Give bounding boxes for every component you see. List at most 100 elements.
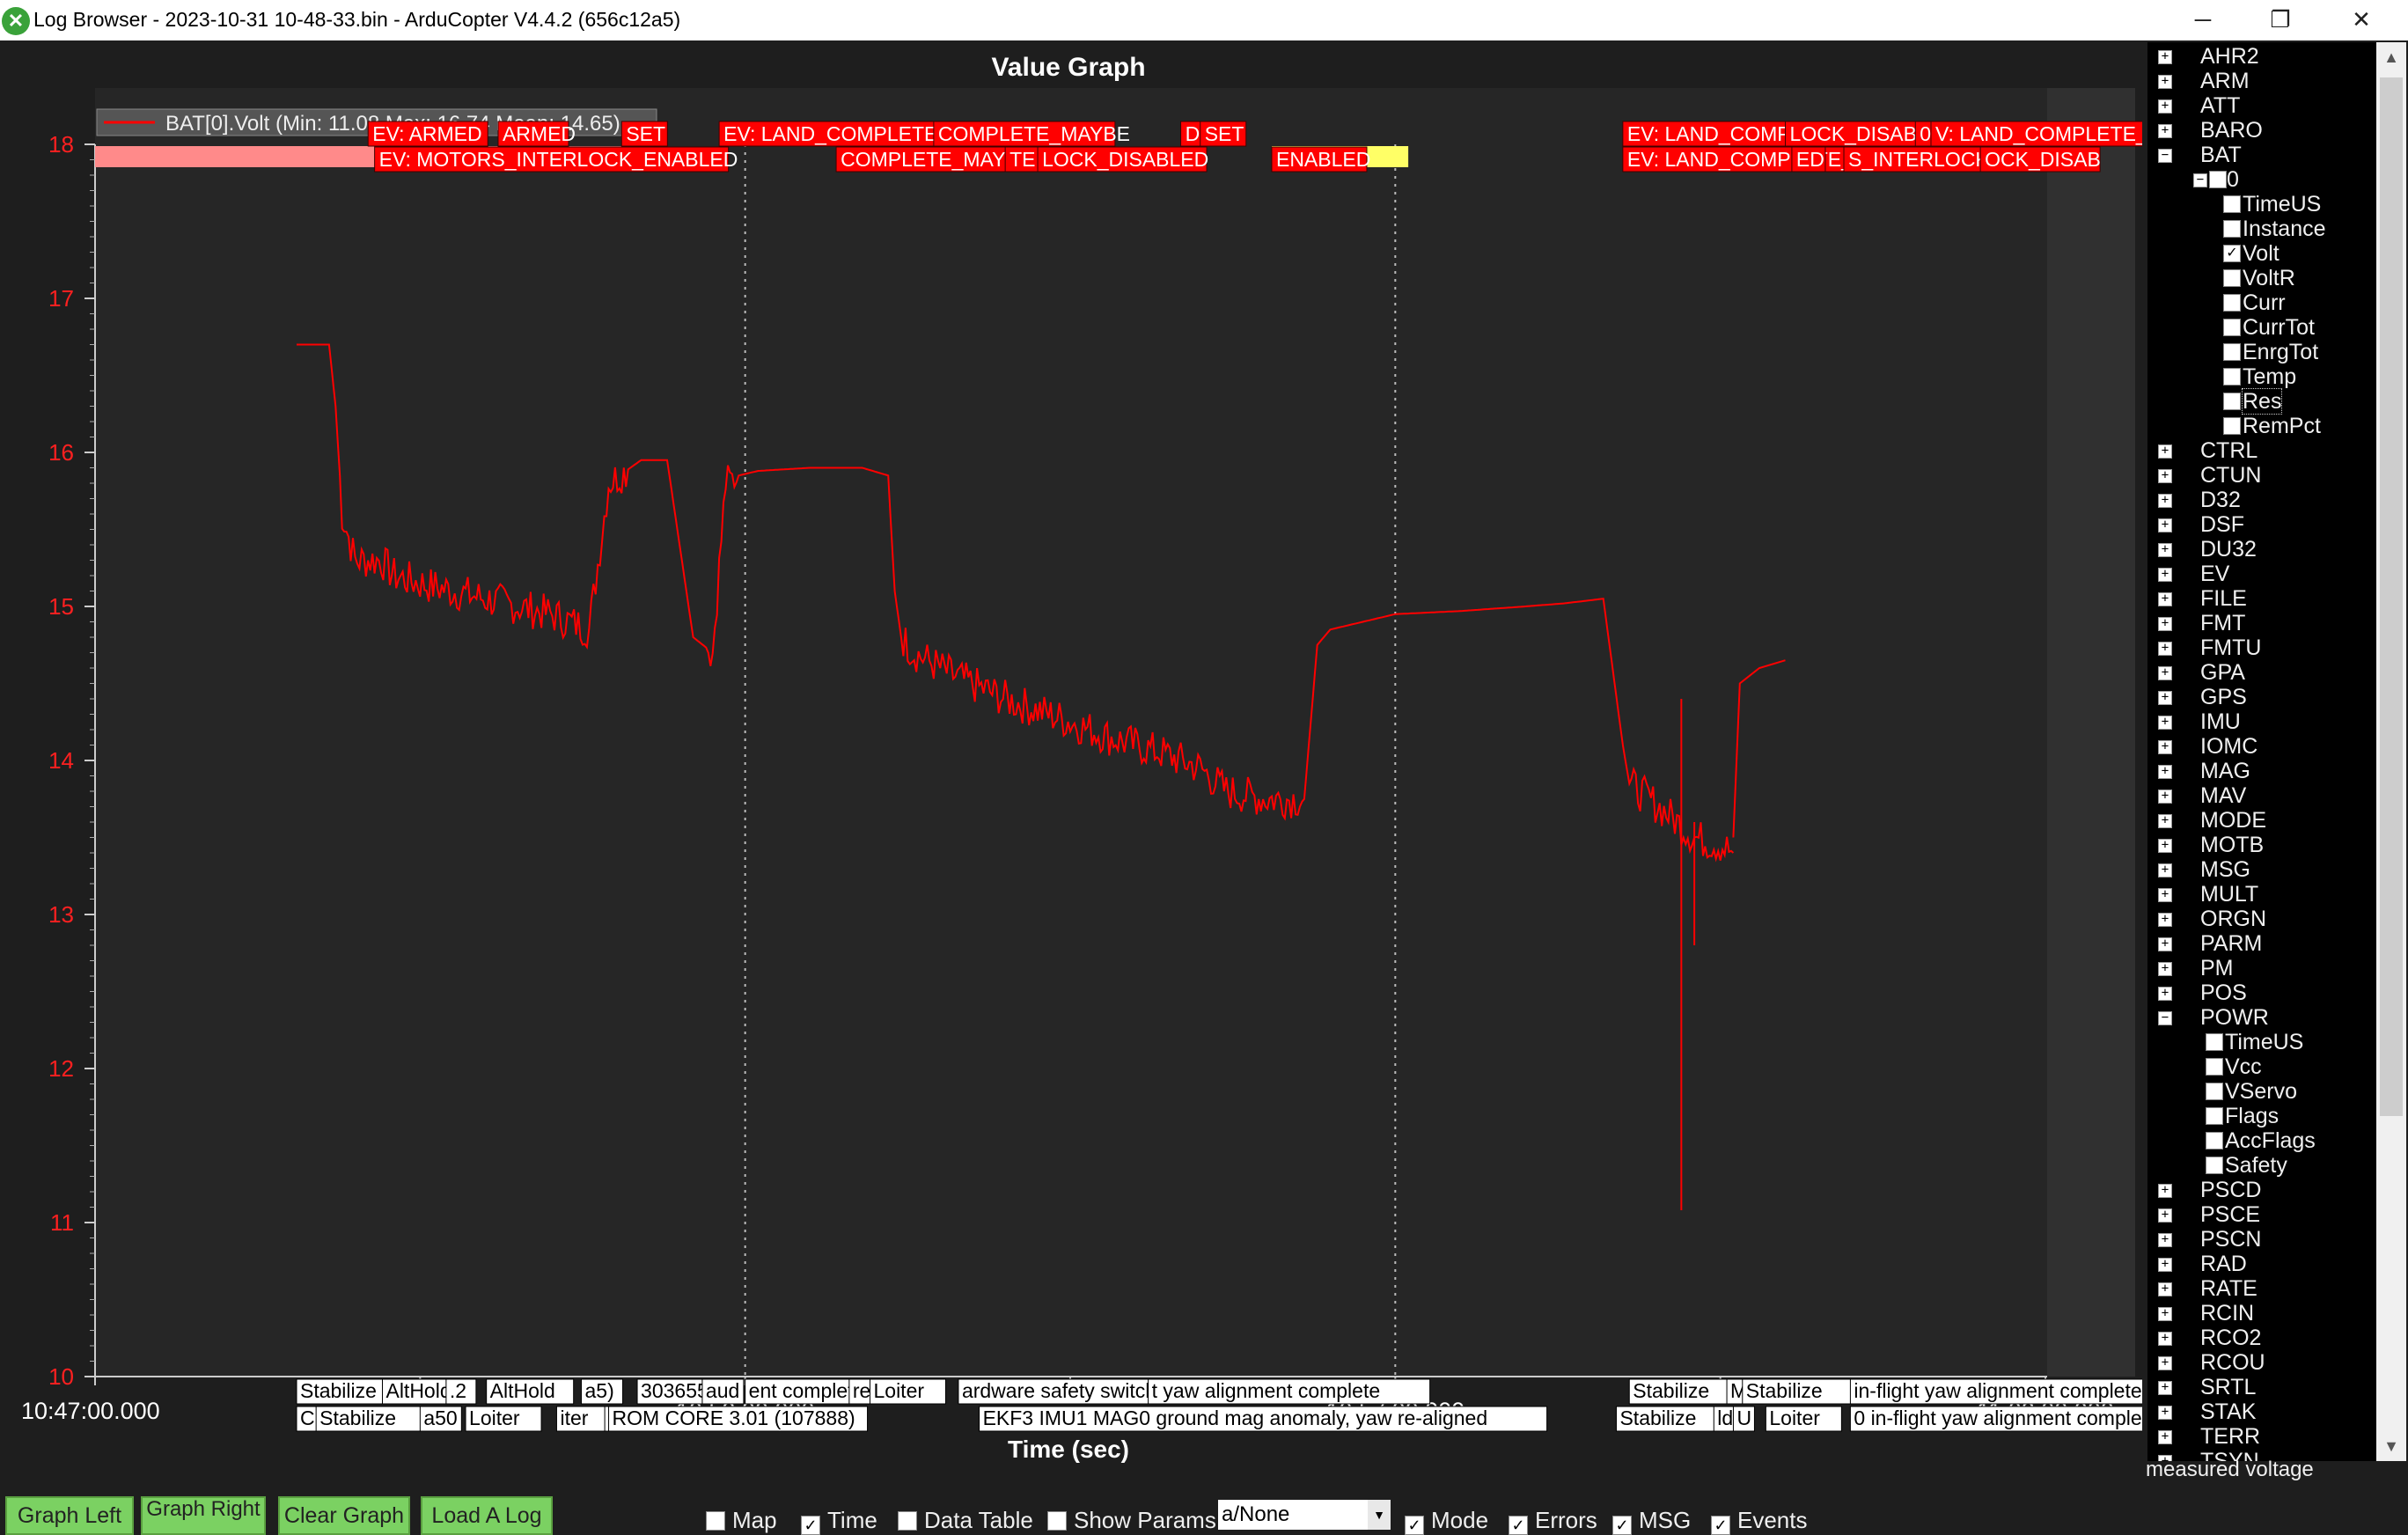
tree-item-volt[interactable]: ✓ Volt — [2147, 241, 2376, 266]
tree-item-dsf[interactable]: + DSF — [2147, 512, 2376, 537]
expand-icon[interactable]: + — [2158, 863, 2172, 878]
clear-graph-button[interactable]: Clear Graph — [278, 1496, 410, 1535]
tree-checkbox[interactable] — [2206, 1157, 2223, 1174]
expand-icon[interactable]: + — [2158, 1208, 2172, 1223]
tree-item-pscd[interactable]: + PSCD — [2147, 1178, 2376, 1202]
tree-item-srtl[interactable]: + SRTL — [2147, 1375, 2376, 1399]
expand-icon[interactable]: + — [2158, 75, 2172, 89]
load-log-button[interactable]: Load A Log — [421, 1496, 553, 1535]
expand-icon[interactable]: + — [2158, 1356, 2172, 1370]
expand-icon[interactable]: + — [2158, 592, 2172, 606]
data-table-checkbox[interactable]: Data Table — [898, 1507, 1033, 1534]
errors-check-box[interactable]: ✓ — [1509, 1516, 1528, 1535]
tree-item-msg[interactable]: + MSG — [2147, 857, 2376, 882]
tree-checkbox[interactable] — [2223, 343, 2241, 361]
tree-item-curr[interactable]: Curr — [2147, 290, 2376, 315]
tree-item-arm[interactable]: + ARM — [2147, 69, 2376, 93]
msg-checkbox[interactable]: ✓ MSG — [1612, 1507, 1691, 1535]
expand-icon[interactable]: + — [2158, 1258, 2172, 1272]
expand-icon[interactable]: + — [2158, 1184, 2172, 1198]
time-check-box[interactable]: ✓ — [801, 1516, 820, 1535]
tree-checkbox[interactable] — [2223, 417, 2241, 435]
tree-item-safety[interactable]: Safety — [2147, 1153, 2376, 1178]
mode-combo[interactable]: a/None ▼ — [1218, 1500, 1391, 1530]
tree-checkbox[interactable]: ✓ — [2223, 245, 2241, 262]
chevron-down-icon[interactable]: ▼ — [1368, 1500, 1391, 1530]
tree-item-iomc[interactable]: + IOMC — [2147, 734, 2376, 759]
tree-item-d32[interactable]: + D32 — [2147, 488, 2376, 512]
tree-item-motb[interactable]: + MOTB — [2147, 833, 2376, 857]
tree-scrollbar[interactable]: ▲ ▼ — [2376, 42, 2406, 1461]
expand-icon[interactable]: + — [2158, 99, 2172, 114]
mode-checkbox[interactable]: ✓ Mode — [1405, 1507, 1488, 1535]
expand-icon[interactable]: + — [2158, 518, 2172, 532]
tree-item-mav[interactable]: + MAV — [2147, 783, 2376, 808]
tree-item-accflags[interactable]: AccFlags — [2147, 1128, 2376, 1153]
tree-item-rempct[interactable]: RemPct — [2147, 414, 2376, 438]
scroll-down-icon[interactable]: ▼ — [2376, 1431, 2406, 1461]
tree-item-orgn[interactable]: + ORGN — [2147, 907, 2376, 931]
tree-item-ev[interactable]: + EV — [2147, 562, 2376, 586]
tree-item-flags[interactable]: Flags — [2147, 1104, 2376, 1128]
errors-checkbox[interactable]: ✓ Errors — [1509, 1507, 1597, 1535]
scroll-thumb[interactable] — [2380, 77, 2403, 1116]
tree-item-vservo[interactable]: VServo — [2147, 1079, 2376, 1104]
tree-item-pos[interactable]: + POS — [2147, 980, 2376, 1005]
expand-icon[interactable]: + — [2158, 814, 2172, 828]
tree-item-baro[interactable]: + BARO — [2147, 118, 2376, 143]
show-params-check-box[interactable] — [1047, 1511, 1067, 1531]
tree-item-mult[interactable]: + MULT — [2147, 882, 2376, 907]
collapse-icon[interactable]: − — [2158, 149, 2172, 163]
tree-checkbox[interactable] — [2206, 1132, 2223, 1149]
expand-icon[interactable]: + — [2158, 568, 2172, 582]
tree-item-mode[interactable]: + MODE — [2147, 808, 2376, 833]
expand-icon[interactable]: + — [2158, 50, 2172, 64]
expand-icon[interactable]: + — [2158, 790, 2172, 804]
tree-item-pm[interactable]: + PM — [2147, 956, 2376, 980]
expand-icon[interactable]: + — [2158, 666, 2172, 680]
expand-icon[interactable]: + — [2158, 1430, 2172, 1444]
tree-item-timeus[interactable]: TimeUS — [2147, 1030, 2376, 1054]
expand-icon[interactable]: + — [2158, 543, 2172, 557]
tree-checkbox[interactable] — [2223, 195, 2241, 213]
show-params-checkbox[interactable]: Show Params — [1047, 1507, 1216, 1534]
expand-icon[interactable]: + — [2158, 987, 2172, 1001]
tree-item-att[interactable]: + ATT — [2147, 93, 2376, 118]
expand-icon[interactable]: + — [2158, 888, 2172, 902]
tree-item-file[interactable]: + FILE — [2147, 586, 2376, 611]
expand-icon[interactable]: + — [2158, 740, 2172, 754]
mode-check-box[interactable]: ✓ — [1405, 1516, 1424, 1535]
tree-checkbox[interactable] — [2206, 1107, 2223, 1125]
tree-item-temp[interactable]: Temp — [2147, 364, 2376, 389]
tree-item-bat[interactable]: − BAT — [2147, 143, 2376, 167]
expand-icon[interactable]: + — [2158, 617, 2172, 631]
expand-icon[interactable]: + — [2158, 691, 2172, 705]
expand-icon[interactable]: + — [2158, 642, 2172, 656]
tree-item-pscn[interactable]: + PSCN — [2147, 1227, 2376, 1252]
expand-icon[interactable]: + — [2158, 1406, 2172, 1420]
tree-item-fmtu[interactable]: + FMTU — [2147, 635, 2376, 660]
value-graph-chart[interactable]: Value Graph 18 17 16 15 14 13 12 11 10 10:47:00.00… — [0, 40, 2142, 1482]
expand-icon[interactable]: + — [2158, 1332, 2172, 1346]
tree-checkbox[interactable] — [2223, 294, 2241, 312]
events-check-box[interactable]: ✓ — [1711, 1516, 1730, 1535]
expand-icon[interactable]: + — [2158, 1282, 2172, 1296]
tree-item-timeus[interactable]: TimeUS — [2147, 192, 2376, 217]
expand-icon[interactable]: + — [2158, 124, 2172, 138]
expand-icon[interactable]: + — [2158, 444, 2172, 459]
tree-checkbox[interactable] — [2223, 368, 2241, 386]
tree-checkbox[interactable] — [2206, 1083, 2223, 1100]
tree-item-stak[interactable]: + STAK — [2147, 1399, 2376, 1424]
tree-item-rate[interactable]: + RATE — [2147, 1276, 2376, 1301]
tree-item-instance[interactable]: Instance — [2147, 217, 2376, 241]
expand-icon[interactable]: + — [2158, 839, 2172, 853]
tree-checkbox[interactable] — [2223, 220, 2241, 238]
tree-item-ctrl[interactable]: + CTRL — [2147, 438, 2376, 463]
tree-item-rco2[interactable]: + RCO2 — [2147, 1326, 2376, 1350]
tree-checkbox[interactable] — [2206, 1058, 2223, 1076]
tree-item-psce[interactable]: + PSCE — [2147, 1202, 2376, 1227]
expand-icon[interactable]: + — [2158, 716, 2172, 730]
tree-item-parm[interactable]: + PARM — [2147, 931, 2376, 956]
tree-item-enrgtot[interactable]: EnrgTot — [2147, 340, 2376, 364]
tree-checkbox[interactable] — [2209, 171, 2227, 188]
